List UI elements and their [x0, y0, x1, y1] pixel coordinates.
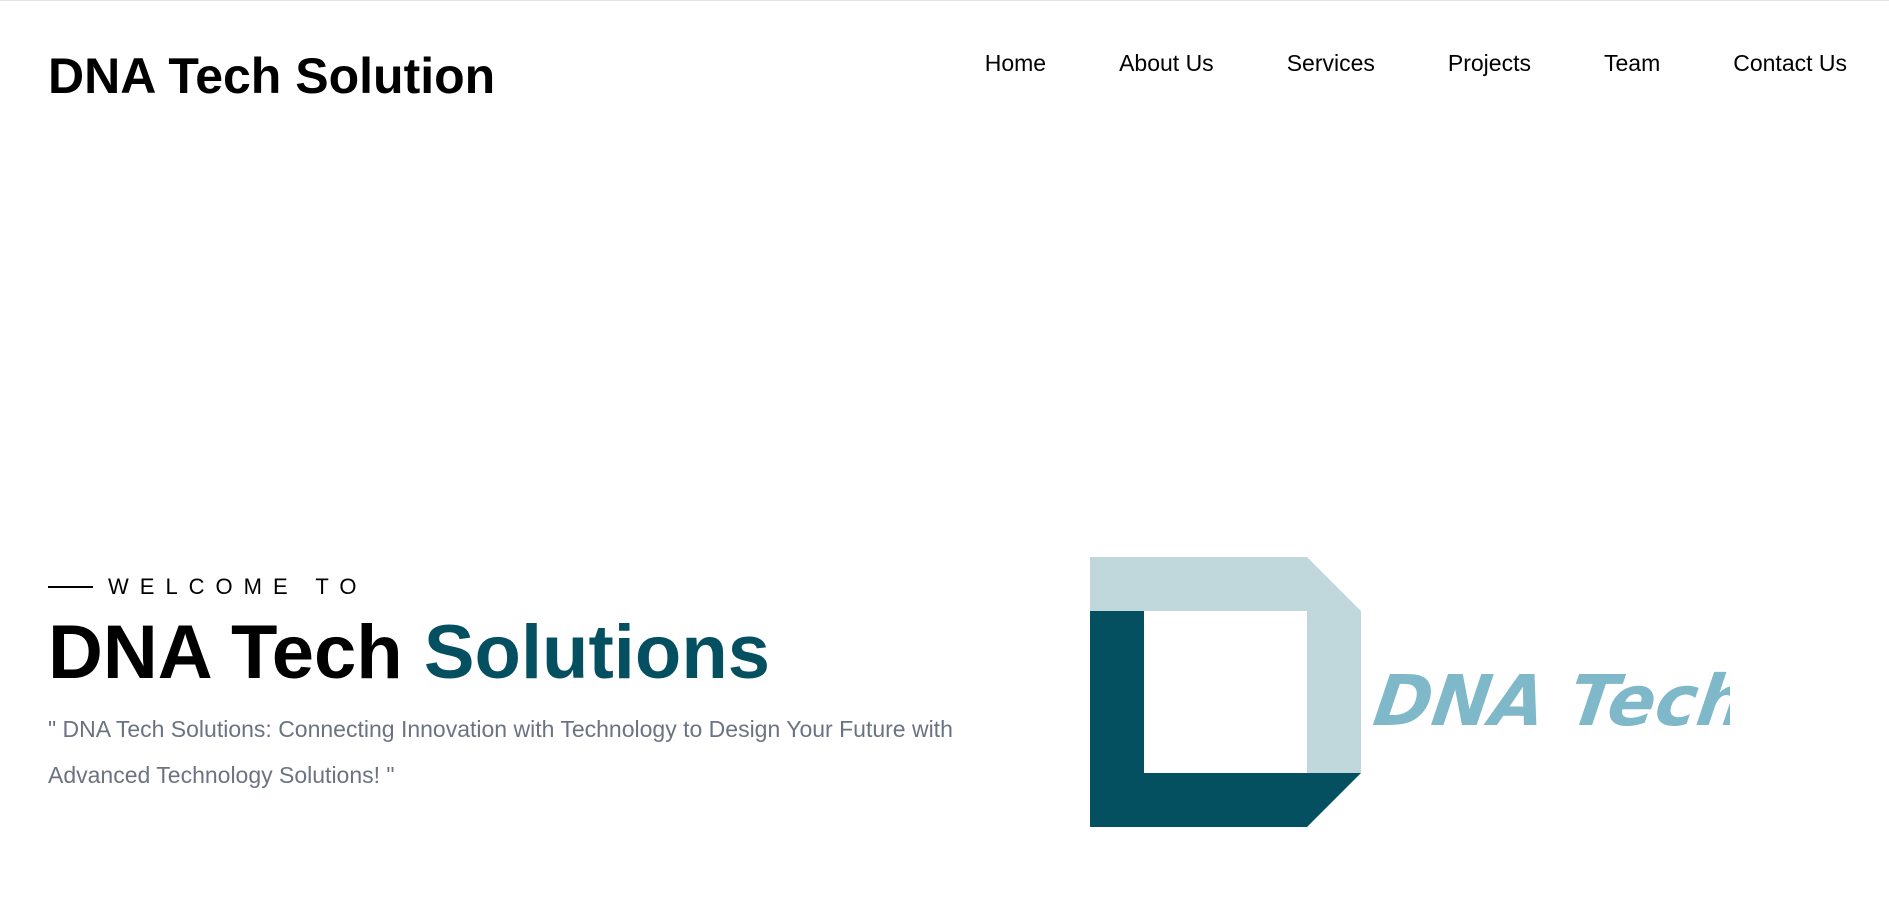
eyebrow-line [48, 586, 93, 588]
site-brand[interactable]: DNA Tech Solution [48, 48, 495, 104]
hero-title-accent: Solutions [423, 610, 771, 695]
hero-tagline: " DNA Tech Solutions: Connecting Innovat… [48, 716, 953, 788]
nav-home[interactable]: Home [985, 48, 1046, 78]
hero-title-main: DNA Tech [48, 610, 403, 695]
nav-contact-us[interactable]: Contact Us [1733, 48, 1847, 78]
site-header: DNA Tech Solution Home About Us Services… [0, 0, 1889, 140]
eyebrow-text: WELCOME TO [108, 574, 368, 599]
hero-eyebrow: WELCOME TO [48, 570, 1048, 604]
hero-section: WELCOME TO DNA Tech Solutions " DNA Tech… [48, 570, 1048, 798]
logo-graphic: DNA Tech [1090, 557, 1730, 827]
nav-about-us[interactable]: About Us [1119, 48, 1214, 78]
logo-text: DNA Tech [1369, 660, 1730, 742]
nav-projects[interactable]: Projects [1448, 48, 1531, 78]
main-nav: Home About Us Services Projects Team Con… [985, 48, 1847, 78]
dna-tech-logo: DNA Tech [1090, 557, 1730, 829]
hero-title: DNA Tech Solutions [48, 610, 1048, 696]
nav-team[interactable]: Team [1604, 48, 1660, 78]
nav-services[interactable]: Services [1287, 48, 1375, 78]
